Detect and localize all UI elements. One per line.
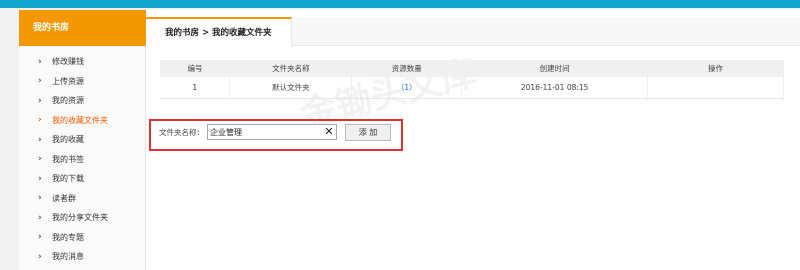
sidebar-item-label: 上传资源 [52, 76, 84, 86]
add-folder-button[interactable]: 添 加 [345, 124, 391, 141]
cell-folder-name: 默认文件夹 [229, 77, 353, 99]
column-header-count: 资源数量 [351, 60, 462, 77]
sidebar-item-favorites[interactable]: › 我的收藏 [19, 130, 146, 150]
chevron-right-icon: › [38, 212, 42, 223]
sidebar-item-label: 我的资源 [52, 96, 84, 106]
close-icon[interactable]: ✕ [323, 124, 335, 140]
top-bar [0, 0, 800, 8]
sidebar-item-label: 我的专题 [52, 232, 84, 242]
chevron-right-icon: › [38, 56, 42, 67]
sidebar-item-label: 读者群 [52, 193, 76, 203]
sidebar-item-topics[interactable]: › 我的专题 [19, 228, 146, 248]
tab-bar: 我的书房 > 我的收藏文件夹 [146, 17, 800, 47]
chevron-right-icon: › [38, 193, 42, 204]
folders-table: 编号 文件夹名称 资源数量 创建时间 操作 1 默认文件夹 （1） 2016-1… [160, 60, 784, 99]
chevron-right-icon: › [38, 115, 42, 126]
sidebar-item-label: 我的消息 [52, 252, 84, 262]
chevron-right-icon: › [38, 232, 42, 243]
sidebar-item-label: 我的收藏 [52, 135, 84, 145]
column-header-name: 文件夹名称 [229, 60, 352, 77]
cell-id: 1 [160, 77, 231, 99]
breadcrumb: 我的书房 > 我的收藏文件夹 [146, 17, 292, 47]
cell-resource-count-link[interactable]: （1） [351, 77, 463, 99]
sidebar-item-upload[interactable]: › 上传资源 [19, 72, 146, 92]
sidebar-title: 我的书房 [19, 10, 146, 46]
chevron-right-icon: › [38, 95, 42, 106]
chevron-right-icon: › [38, 154, 42, 165]
sidebar-item-edit-earn[interactable]: › 修改赚钱 [19, 52, 146, 72]
column-header-created: 创建时间 [461, 60, 648, 77]
sidebar-item-my-resources[interactable]: › 我的资源 [19, 91, 146, 111]
sidebar-item-label: 修改赚钱 [52, 57, 84, 67]
sidebar-item-label: 我的分享文件夹 [52, 213, 108, 223]
chevron-right-icon: › [38, 251, 42, 262]
sidebar-item-shared-folders[interactable]: › 我的分享文件夹 [19, 208, 146, 228]
column-header-id: 编号 [160, 60, 230, 77]
folder-name-input[interactable] [207, 124, 337, 140]
cell-created-time: 2016-11-01 08:15 [461, 77, 649, 99]
table-header-row: 编号 文件夹名称 资源数量 创建时间 操作 [160, 60, 784, 77]
sidebar-item-downloads[interactable]: › 我的下载 [19, 169, 146, 189]
sidebar-item-label: 我的书签 [52, 154, 84, 164]
chevron-right-icon: › [38, 134, 42, 145]
column-header-action: 操作 [647, 60, 784, 77]
chevron-right-icon: › [38, 173, 42, 184]
folder-name-label: 文件夹名称： [159, 128, 204, 137]
chevron-right-icon: › [38, 76, 42, 87]
sidebar-item-label: 我的收藏文件夹 [52, 115, 108, 125]
sidebar-item-favorite-folders[interactable]: › 我的收藏文件夹 [19, 111, 146, 131]
sidebar-item-reader-group[interactable]: › 读者群 [19, 189, 146, 209]
sidebar-item-label: 我的下载 [52, 174, 84, 184]
sidebar-item-messages[interactable]: › 我的消息 [19, 247, 146, 267]
cell-action [647, 77, 784, 99]
sidebar-item-bookmarks[interactable]: › 我的书签 [19, 150, 146, 170]
table-row: 1 默认文件夹 （1） 2016-11-01 08:15 [160, 77, 784, 99]
sidebar-menu: › 修改赚钱 › 上传资源 › 我的资源 › 我的收藏文件夹 › 我的收藏 › 我的书签 ›… [19, 52, 146, 267]
